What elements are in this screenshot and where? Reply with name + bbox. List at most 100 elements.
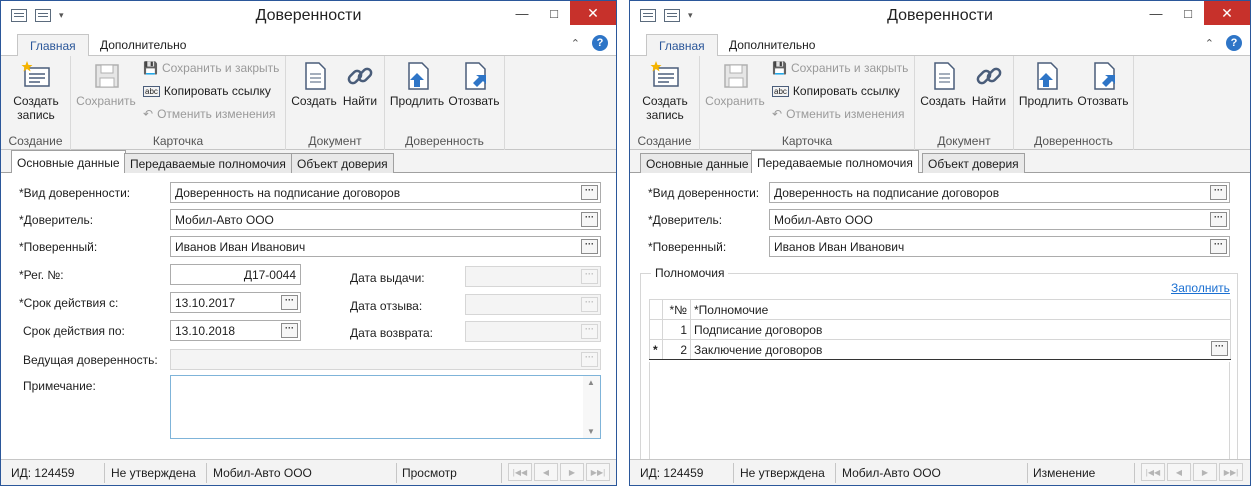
- new-row-marker: *: [649, 339, 663, 360]
- ellipsis-button: ···: [581, 297, 598, 312]
- document-icon: [934, 62, 955, 90]
- ribbon-tab-extra[interactable]: Дополнительно: [88, 34, 198, 57]
- group-poa-label: Доверенность: [1034, 134, 1113, 148]
- tab-main-data[interactable]: Основные данные: [640, 153, 755, 173]
- extend-document-icon: [1037, 62, 1058, 90]
- ellipsis-button[interactable]: ···: [581, 239, 598, 254]
- document-tabs: Основные данные Передаваемые полномочия …: [1, 150, 616, 174]
- tab-trust-object[interactable]: Объект доверия: [922, 153, 1025, 173]
- ribbon: Создать запись Создание Сохранить 💾 Сохра…: [630, 56, 1250, 150]
- table-row[interactable]: 1 Подписание договоров: [649, 319, 1231, 340]
- close-button[interactable]: ✕: [1204, 1, 1250, 25]
- ellipsis-button[interactable]: ···: [1210, 212, 1227, 227]
- col-num-header[interactable]: *№: [662, 299, 691, 320]
- minimize-button[interactable]: —: [506, 1, 538, 25]
- ribbon-tabs: Главная Дополнительно ⌃ ?: [1, 31, 616, 57]
- powers-group-title: Полномочия: [651, 266, 729, 280]
- maximize-button[interactable]: □: [1172, 1, 1204, 25]
- type-label: *Вид доверенности:: [648, 186, 760, 200]
- tab-trust-object[interactable]: Объект доверия: [291, 153, 394, 173]
- ellipsis-button[interactable]: ···: [1210, 239, 1227, 254]
- type-field[interactable]: Доверенность на подписание договоров ···: [769, 182, 1230, 203]
- ribbon-tab-extra[interactable]: Дополнительно: [717, 34, 827, 57]
- status-approval: Не утверждена: [111, 466, 196, 480]
- attorney-field[interactable]: Иванов Иван Иванович ···: [769, 236, 1230, 257]
- group-create-label: Создание: [637, 134, 692, 148]
- valid-from-field[interactable]: 13.10.2017 ···: [170, 292, 301, 313]
- ribbon-tab-main[interactable]: Главная: [646, 34, 718, 57]
- first-record-button[interactable]: |◀◀: [1141, 463, 1165, 481]
- group-document: Создать Найти Документ: [915, 56, 1014, 150]
- row-power[interactable]: Подписание договоров: [690, 319, 1231, 340]
- principal-field[interactable]: Мобил-Авто ООО ···: [170, 209, 601, 230]
- save-close-button[interactable]: 💾 Сохранить и закрыть: [143, 59, 279, 77]
- prev-record-button[interactable]: ◀: [534, 463, 558, 481]
- save-button[interactable]: Сохранить: [73, 60, 139, 108]
- fill-link[interactable]: Заполнить: [1171, 281, 1230, 295]
- reg-number-input[interactable]: Д17-0044: [170, 264, 301, 285]
- note-scrollbar[interactable]: ▲ ▼: [583, 376, 600, 438]
- revoke-button[interactable]: Отозвать: [1076, 60, 1130, 108]
- table-row[interactable]: * 2 Заключение договоров ···: [649, 339, 1231, 360]
- abc-icon[interactable]: [35, 9, 51, 22]
- copy-link-button[interactable]: abc Копировать ссылку: [143, 82, 271, 100]
- copy-link-button[interactable]: abc Копировать ссылку: [772, 82, 900, 100]
- revoke-button[interactable]: Отозвать: [447, 60, 501, 108]
- maximize-button[interactable]: □: [538, 1, 570, 25]
- close-button[interactable]: ✕: [570, 1, 616, 25]
- col-power-header[interactable]: *Полномочие: [690, 299, 1231, 320]
- tab-powers[interactable]: Передаваемые полномочия: [124, 153, 292, 173]
- undo-button[interactable]: ↶ Отменить изменения: [143, 105, 276, 123]
- tab-main-data[interactable]: Основные данные: [11, 150, 126, 174]
- status-mode: Изменение: [1033, 466, 1096, 480]
- card-icon[interactable]: [11, 9, 27, 22]
- ellipsis-button[interactable]: ···: [581, 212, 598, 227]
- extend-button[interactable]: Продлить: [389, 60, 445, 108]
- powers-table-empty-area: [649, 362, 1230, 464]
- minimize-button[interactable]: —: [1140, 1, 1172, 25]
- revoke-date-field: ···: [465, 294, 601, 315]
- undo-button[interactable]: ↶ Отменить изменения: [772, 105, 905, 123]
- create-record-button[interactable]: Создать запись: [3, 60, 69, 122]
- save-button[interactable]: Сохранить: [702, 60, 768, 108]
- help-icon[interactable]: ?: [592, 35, 608, 51]
- valid-to-field[interactable]: 13.10.2018 ···: [170, 320, 301, 341]
- attorney-field[interactable]: Иванов Иван Иванович ···: [170, 236, 601, 257]
- help-icon[interactable]: ?: [1226, 35, 1242, 51]
- collapse-ribbon-icon[interactable]: ⌃: [571, 37, 580, 50]
- ellipsis-button[interactable]: ···: [1211, 341, 1228, 356]
- row-power[interactable]: Заключение договоров ···: [690, 339, 1231, 360]
- note-textarea[interactable]: ▲ ▼: [170, 375, 601, 439]
- collapse-ribbon-icon[interactable]: ⌃: [1205, 37, 1214, 50]
- last-record-button[interactable]: ▶▶|: [586, 463, 610, 481]
- new-record-icon: [21, 61, 50, 87]
- extend-button[interactable]: Продлить: [1018, 60, 1074, 108]
- qat-dropdown-icon[interactable]: ▾: [59, 9, 64, 22]
- ellipsis-button[interactable]: ···: [581, 185, 598, 200]
- save-close-button[interactable]: 💾 Сохранить и закрыть: [772, 59, 908, 77]
- ellipsis-button[interactable]: ···: [281, 323, 298, 338]
- prev-record-button[interactable]: ◀: [1167, 463, 1191, 481]
- ellipsis-button[interactable]: ···: [1210, 185, 1227, 200]
- type-field[interactable]: Доверенность на подписание договоров ···: [170, 182, 601, 203]
- ribbon-tab-main[interactable]: Главная: [17, 34, 89, 57]
- qat-dropdown-icon[interactable]: ▾: [688, 9, 693, 22]
- first-record-button[interactable]: |◀◀: [508, 463, 532, 481]
- doc-find-button[interactable]: Найти: [340, 60, 380, 108]
- principal-field[interactable]: Мобил-Авто ООО ···: [769, 209, 1230, 230]
- ellipsis-button: ···: [581, 352, 598, 367]
- abc-icon[interactable]: [664, 9, 680, 22]
- card-icon[interactable]: [640, 9, 656, 22]
- last-record-button[interactable]: ▶▶|: [1219, 463, 1243, 481]
- principal-label: *Доверитель:: [19, 213, 94, 227]
- doc-find-button[interactable]: Найти: [969, 60, 1009, 108]
- next-record-button[interactable]: ▶: [1193, 463, 1217, 481]
- tab-powers[interactable]: Передаваемые полномочия: [751, 150, 919, 174]
- ellipsis-button[interactable]: ···: [281, 295, 298, 310]
- quick-access-toolbar: ▾: [11, 9, 64, 22]
- doc-create-button[interactable]: Создать: [290, 60, 338, 108]
- doc-create-button[interactable]: Создать: [919, 60, 967, 108]
- create-record-button[interactable]: Создать запись: [632, 60, 698, 122]
- next-record-button[interactable]: ▶: [560, 463, 584, 481]
- group-doc-label: Документ: [937, 134, 991, 148]
